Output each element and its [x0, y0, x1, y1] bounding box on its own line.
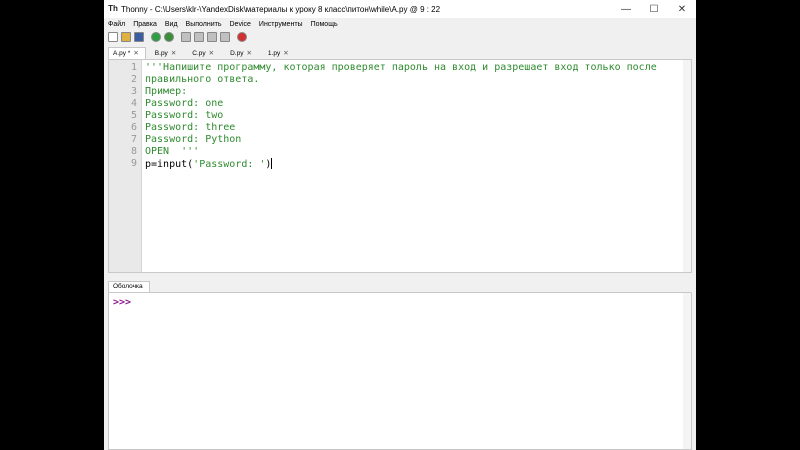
thonny-logo-icon: Th	[108, 4, 118, 13]
code-line: Пример:	[145, 86, 188, 97]
step-into-icon[interactable]	[194, 32, 204, 42]
tab-close-icon[interactable]: ✕	[246, 50, 251, 57]
tab-close-icon[interactable]: ✕	[209, 50, 214, 57]
tab-b-py[interactable]: B.py ✕	[150, 47, 183, 59]
menu-tools[interactable]: Инструменты	[255, 21, 307, 28]
tab-close-icon[interactable]: ✕	[171, 50, 176, 57]
menu-device[interactable]: Device	[226, 21, 255, 28]
code-line: Password: Python	[145, 134, 242, 145]
tab-close-icon[interactable]: ✕	[283, 50, 288, 57]
code-line: Password: two	[145, 110, 224, 121]
window-controls: — ☐ ✕	[612, 0, 696, 18]
tab-close-icon[interactable]: ✕	[133, 50, 138, 57]
open-file-icon[interactable]	[121, 32, 131, 42]
code-editor[interactable]: 1 2 3 4 5 6 7 8 9 '''Напишите программу,…	[108, 59, 692, 273]
title-separator: @	[409, 4, 418, 14]
stop-icon[interactable]	[237, 32, 247, 42]
text-cursor	[271, 158, 273, 169]
step-out-icon[interactable]	[207, 32, 217, 42]
code-string: 'Password: '	[193, 159, 266, 170]
step-over-icon[interactable]	[181, 32, 191, 42]
tab-d-py[interactable]: D.py ✕	[225, 47, 259, 59]
file-path: C:\Users\klr-\YandexDisk\материалы к уро…	[154, 4, 408, 14]
tab-a-py[interactable]: A.py * ✕	[108, 47, 146, 59]
editor-scrollbar[interactable]	[683, 60, 691, 272]
tab-label: 1.py	[267, 50, 281, 57]
line-number: 2	[130, 74, 137, 85]
code-line: правильного ответа.	[145, 74, 260, 85]
line-number-gutter: 1 2 3 4 5 6 7 8 9	[109, 60, 142, 272]
code-line-input: p=input('Password: ')	[145, 158, 273, 170]
line-number: 8	[130, 146, 137, 157]
tab-label: D.py	[230, 50, 244, 57]
code-token: p=input(	[145, 159, 194, 170]
tab-label: A.py *	[113, 50, 131, 57]
menu-file[interactable]: Файл	[104, 21, 129, 28]
shell-prompt: >>>	[113, 297, 132, 308]
tab-label: C.py	[192, 50, 206, 57]
menu-run[interactable]: Выполнить	[182, 21, 226, 28]
line-number: 1	[130, 62, 137, 73]
shell-tab-bar: Оболочка	[108, 279, 692, 292]
tab-c-py[interactable]: C.py ✕	[187, 47, 221, 59]
resume-icon[interactable]	[220, 32, 230, 42]
line-number: 9	[130, 158, 137, 169]
tab-1-py[interactable]: 1.py ✕	[263, 47, 296, 59]
title-bar: Th Thonny - C:\Users\klr-\YandexDisk\мат…	[104, 0, 696, 18]
line-number: 5	[130, 110, 137, 121]
line-number: 3	[130, 86, 137, 97]
code-line: '''Напишите программу, которая проверяет…	[145, 62, 657, 73]
menu-bar: Файл Правка Вид Выполнить Device Инструм…	[104, 18, 696, 30]
minimize-icon[interactable]: —	[612, 0, 640, 18]
line-number: 4	[130, 98, 137, 109]
save-file-icon[interactable]	[134, 32, 144, 42]
debug-icon[interactable]	[164, 32, 174, 42]
menu-edit[interactable]: Правка	[129, 21, 161, 28]
maximize-icon[interactable]: ☐	[640, 0, 668, 18]
editor-tab-bar: A.py * ✕ B.py ✕ C.py ✕ D.py ✕ 1.py ✕	[108, 46, 692, 59]
line-number: 7	[130, 134, 137, 145]
shell-console[interactable]: >>>	[108, 292, 692, 450]
tab-label: B.py	[154, 50, 168, 57]
cursor-position: 9 : 22	[420, 4, 441, 14]
code-line: Password: one	[145, 98, 224, 109]
new-file-icon[interactable]	[108, 32, 118, 42]
menu-help[interactable]: Помощь	[307, 21, 342, 28]
menu-view[interactable]: Вид	[161, 21, 182, 28]
thonny-window: Th Thonny - C:\Users\klr-\YandexDisk\мат…	[104, 0, 696, 450]
line-number: 6	[130, 122, 137, 133]
code-line: Password: three	[145, 122, 236, 133]
code-line: OPEN '''	[145, 146, 200, 157]
tab-shell[interactable]: Оболочка	[108, 281, 150, 292]
toolbar	[104, 30, 696, 44]
window-title: Thonny - C:\Users\klr-\YandexDisk\матери…	[121, 4, 441, 14]
app-name: Thonny	[121, 4, 148, 14]
run-icon[interactable]	[151, 32, 161, 42]
close-icon[interactable]: ✕	[668, 0, 696, 18]
shell-scrollbar[interactable]	[683, 293, 691, 449]
